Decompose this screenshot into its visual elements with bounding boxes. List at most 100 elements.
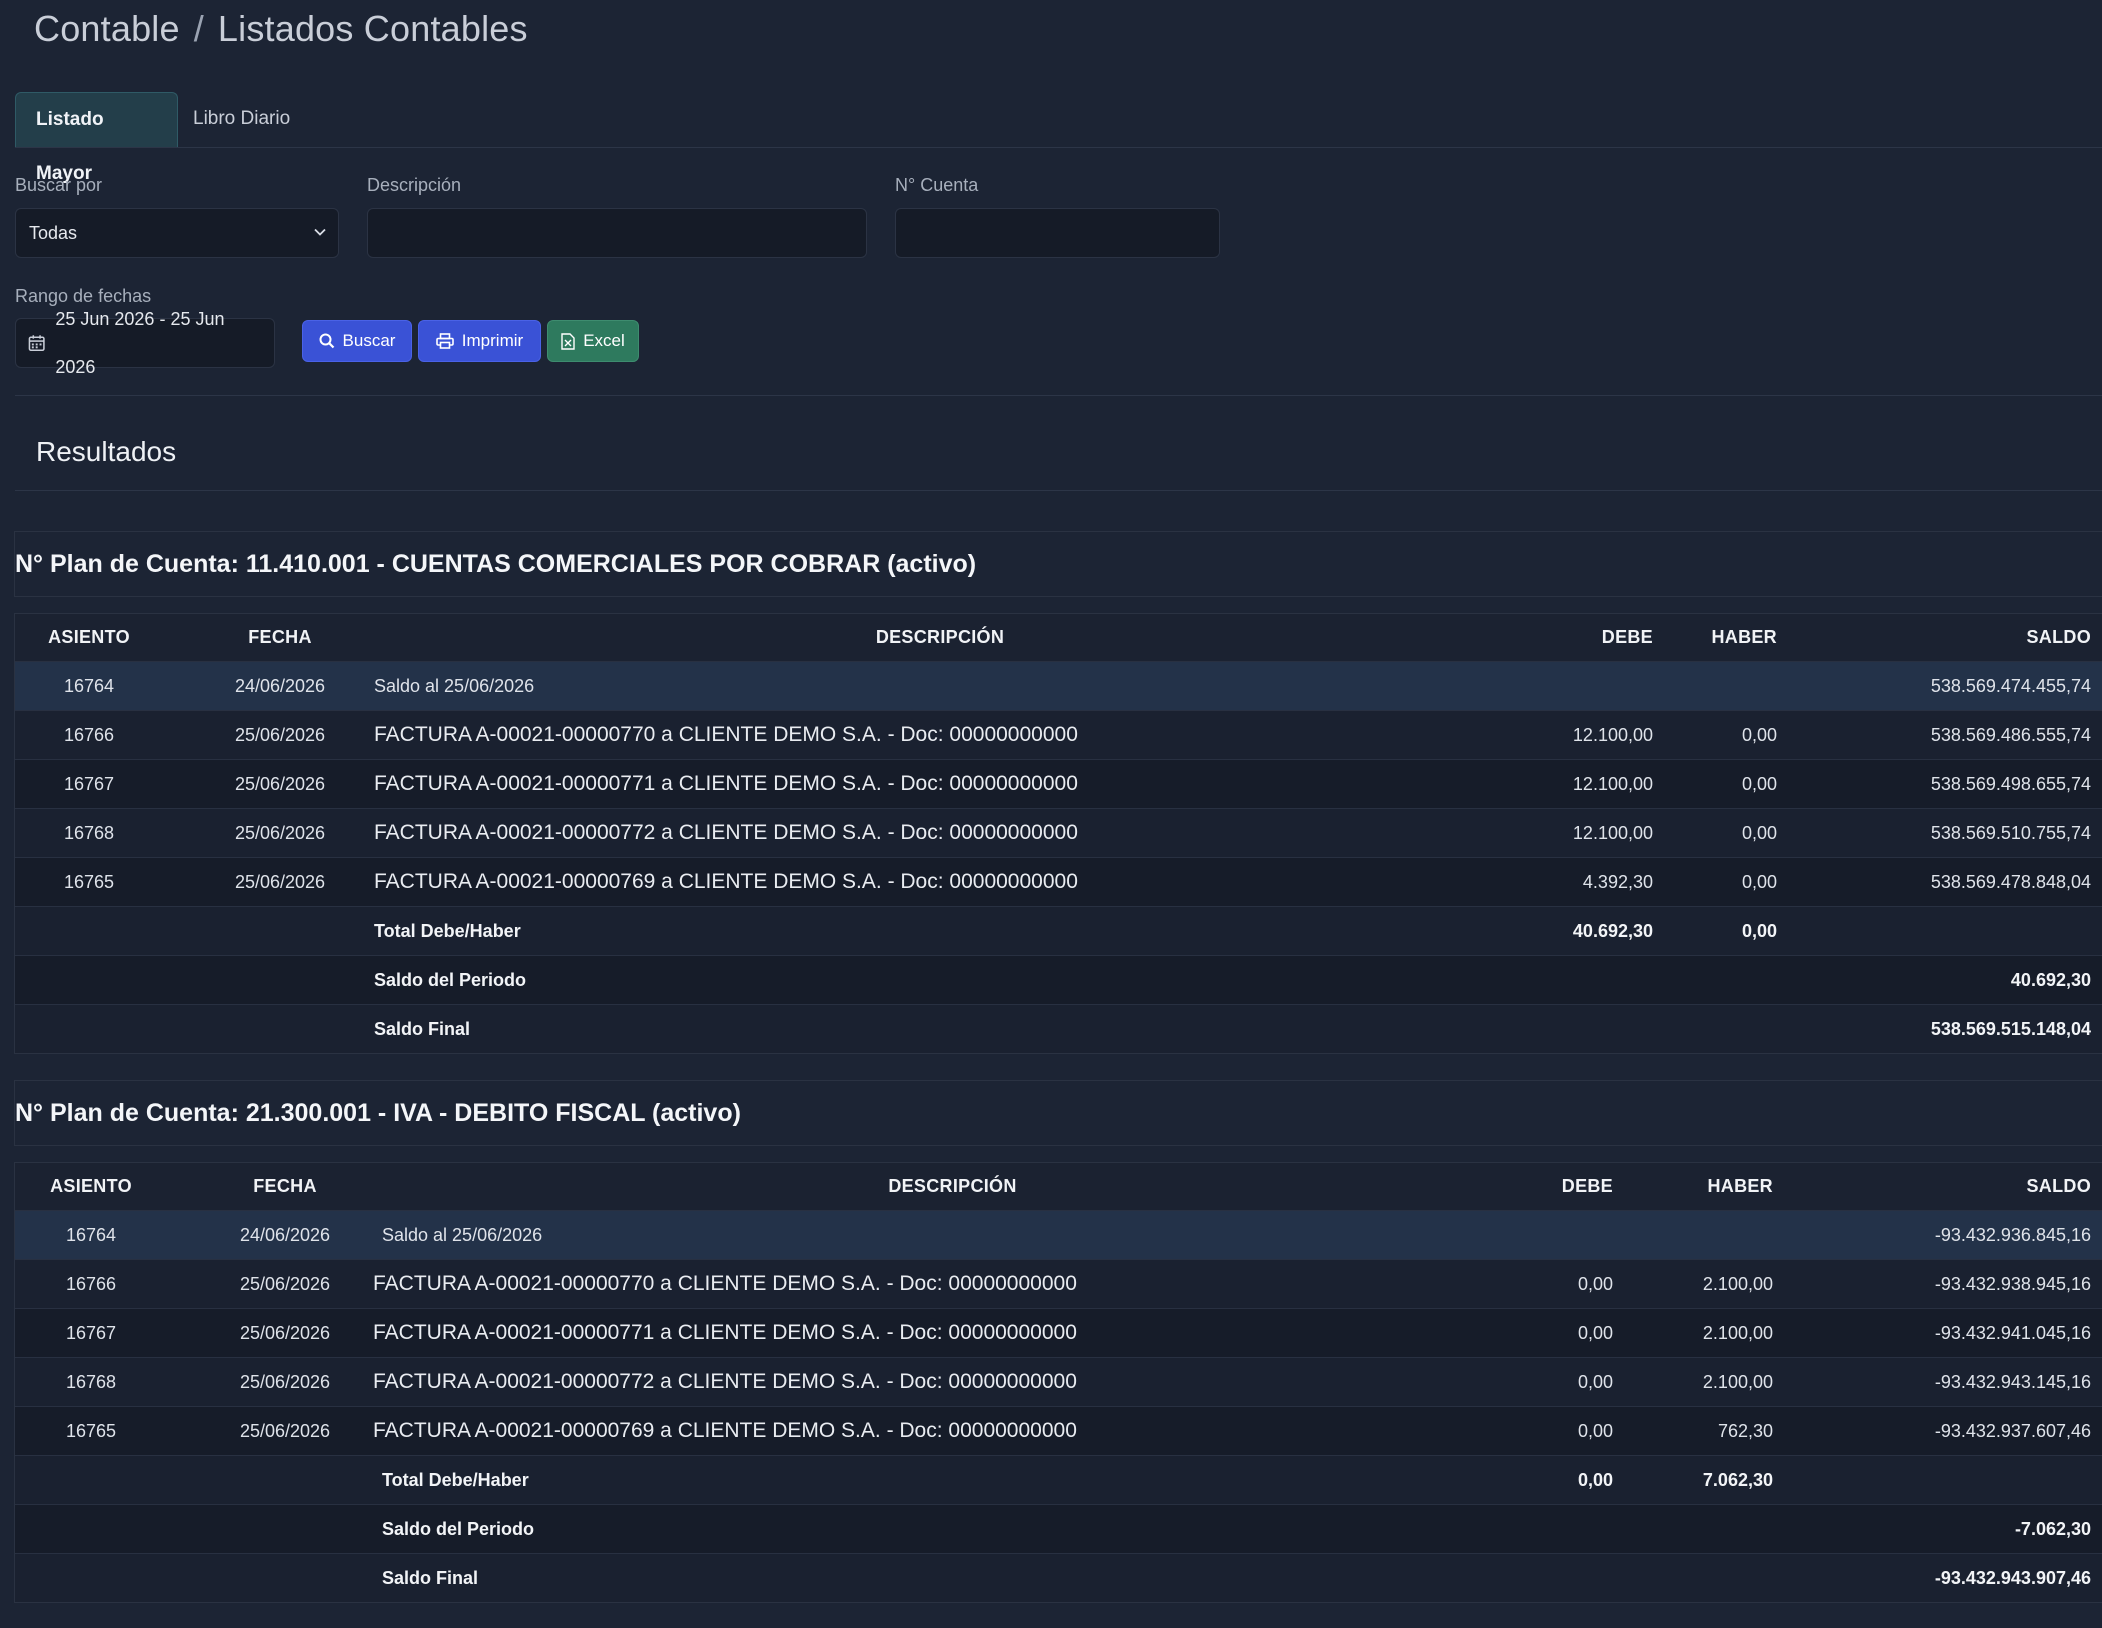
descripcion-cell: FACTURA A-00021-00000770 a CLIENTE DEMO …	[373, 1272, 1077, 1295]
totals-row: Total Debe/Haber 0,00 7.062,30	[15, 1455, 2102, 1504]
asiento-cell: 16764	[65, 1224, 117, 1245]
results-title: Resultados	[36, 436, 177, 467]
table-row[interactable]: 16766 25/06/2026 FACTURA A-00021-0000077…	[15, 1259, 2102, 1308]
column-header-haber: HABER	[1711, 627, 1777, 647]
total-saldo	[1785, 907, 2091, 955]
table-row[interactable]: 16766 25/06/2026 FACTURA A-00021-0000077…	[15, 710, 2102, 759]
breadcrumb-section[interactable]: Contable	[34, 8, 180, 49]
fecha-cell: 25/06/2026	[239, 1322, 331, 1343]
chevron-down-icon	[314, 228, 326, 236]
table-header: ASIENTO FECHA DESCRIPCIÓN DEBE HABER SAL…	[15, 1163, 2102, 1210]
saldo-cell: -93.432.937.607,46	[1934, 1420, 2091, 1441]
descripcion-cell: Saldo al 25/06/2026	[374, 675, 535, 696]
asiento-cell: 16766	[63, 724, 115, 745]
descripcion-cell: FACTURA A-00021-00000772 a CLIENTE DEMO …	[373, 1370, 1077, 1393]
haber-cell: 0,00	[1741, 773, 1777, 794]
total-saldo	[1785, 1456, 2091, 1504]
asiento-cell: 16767	[65, 1322, 117, 1343]
table-row[interactable]: 16764 24/06/2026 Saldo al 25/06/2026 538…	[15, 661, 2102, 710]
column-header-saldo: SALDO	[2026, 627, 2091, 647]
search-icon	[319, 333, 334, 349]
tab-bar: Listado Mayor Libro Diario	[15, 92, 2102, 184]
total-label: Total Debe/Haber	[382, 1469, 529, 1490]
tab-listado-mayor[interactable]: Listado Mayor	[15, 92, 178, 184]
debe-cell: 4.392,30	[1582, 871, 1653, 892]
haber-cell	[1635, 1211, 1773, 1259]
debe-cell: 0,00	[1577, 1371, 1613, 1392]
haber-cell: 2.100,00	[1702, 1322, 1773, 1343]
saldo-final-label: Saldo Final	[374, 1018, 471, 1039]
saldo-cell: 538.569.498.655,74	[1930, 773, 2091, 794]
total-haber: 7.062,30	[1702, 1469, 1773, 1490]
cuenta-input-wrapper	[895, 208, 1220, 259]
buscar-por-value: Todas	[29, 223, 78, 243]
column-header-debe: DEBE	[1601, 627, 1653, 647]
column-header-descripcion: DESCRIPCIÓN	[875, 627, 1005, 647]
saldo-cell: 538.569.478.848,04	[1930, 871, 2091, 892]
descripcion-input[interactable]	[381, 209, 857, 259]
descripcion-cell: FACTURA A-00021-00000771 a CLIENTE DEMO …	[373, 1321, 1077, 1344]
fecha-cell: 25/06/2026	[234, 871, 326, 892]
debe-cell: 12.100,00	[1572, 773, 1653, 794]
haber-cell: 762,30	[1717, 1420, 1773, 1441]
total-haber: 0,00	[1741, 920, 1777, 941]
debe-cell: 0,00	[1577, 1273, 1613, 1294]
column-header-debe: DEBE	[1561, 1176, 1613, 1196]
total-debe: 40.692,30	[1572, 920, 1653, 941]
divider	[15, 490, 2102, 491]
calendar-icon	[28, 335, 45, 352]
table-row[interactable]: 16768 25/06/2026 FACTURA A-00021-0000077…	[15, 808, 2102, 857]
saldo-cell: -93.432.938.945,16	[1934, 1273, 2091, 1294]
table-row[interactable]: 16765 25/06/2026 FACTURA A-00021-0000076…	[15, 1406, 2102, 1455]
table-row[interactable]: 16767 25/06/2026 FACTURA A-00021-0000077…	[15, 1308, 2102, 1357]
saldo-periodo-label: Saldo del Periodo	[382, 1518, 535, 1539]
debe-cell	[1495, 1211, 1613, 1259]
cuenta-input[interactable]	[909, 209, 1210, 259]
descripcion-cell: Saldo al 25/06/2026	[382, 1224, 543, 1245]
haber-cell: 0,00	[1741, 871, 1777, 892]
date-range-value: 25 Jun 2026 - 25 Jun 2026	[55, 309, 225, 377]
buscar-button[interactable]: Buscar	[302, 320, 412, 362]
buscar-por-select[interactable]: Todas	[15, 208, 339, 258]
descripcion-cell: FACTURA A-00021-00000772 a CLIENTE DEMO …	[374, 821, 1078, 844]
totals-row: Saldo del Periodo -7.062,30	[15, 1504, 2102, 1553]
descripcion-input-wrapper	[367, 208, 867, 259]
account-title: N° Plan de Cuenta: 11.410.001 - CUENTAS …	[14, 531, 2102, 597]
fecha-cell: 25/06/2026	[239, 1371, 331, 1392]
fecha-cell: 25/06/2026	[234, 724, 326, 745]
excel-button-label: Excel	[583, 331, 625, 350]
table-row[interactable]: 16767 25/06/2026 FACTURA A-00021-0000077…	[15, 759, 2102, 808]
column-header-haber: HABER	[1707, 1176, 1773, 1196]
totals-row: Saldo Final -93.432.943.907,46	[15, 1553, 2102, 1602]
asiento-cell: 16768	[63, 822, 115, 843]
debe-cell	[1515, 662, 1653, 710]
imprimir-button[interactable]: Imprimir	[418, 320, 541, 362]
haber-cell: 0,00	[1741, 822, 1777, 843]
tab-libro-diario[interactable]: Libro Diario	[173, 92, 310, 146]
column-header-asiento: ASIENTO	[50, 1176, 132, 1196]
totals-row: Total Debe/Haber 40.692,30 0,00	[15, 906, 2102, 955]
account-title: N° Plan de Cuenta: 21.300.001 - IVA - DE…	[14, 1080, 2102, 1146]
date-range-picker[interactable]: 25 Jun 2026 - 25 Jun 2026	[15, 309, 275, 377]
saldo-cell: 538.569.486.555,74	[1930, 724, 2091, 745]
fecha-cell: 24/06/2026	[234, 675, 326, 696]
table-row[interactable]: 16768 25/06/2026 FACTURA A-00021-0000077…	[15, 1357, 2102, 1406]
asiento-cell: 16767	[63, 773, 115, 794]
table-row[interactable]: 16764 24/06/2026 Saldo al 25/06/2026 -93…	[15, 1210, 2102, 1259]
descripcion-cell: FACTURA A-00021-00000771 a CLIENTE DEMO …	[374, 772, 1078, 795]
imprimir-button-label: Imprimir	[461, 331, 524, 350]
total-debe: 0,00	[1577, 1469, 1613, 1490]
table-row[interactable]: 16765 25/06/2026 FACTURA A-00021-0000076…	[15, 857, 2102, 906]
debe-cell: 12.100,00	[1572, 822, 1653, 843]
descripcion-label: Descripción	[367, 175, 462, 195]
excel-button[interactable]: Excel	[547, 320, 639, 362]
asiento-cell: 16768	[65, 1371, 117, 1392]
fecha-cell: 25/06/2026	[239, 1420, 331, 1441]
haber-cell: 2.100,00	[1702, 1273, 1773, 1294]
asiento-cell: 16766	[65, 1273, 117, 1294]
saldo-periodo-value: -7.062,30	[2014, 1518, 2091, 1539]
total-label: Total Debe/Haber	[374, 920, 521, 941]
page-title: Listados Contables	[217, 8, 528, 49]
column-header-descripcion: DESCRIPCIÓN	[888, 1176, 1017, 1196]
saldo-cell: 538.569.510.755,74	[1930, 822, 2091, 843]
